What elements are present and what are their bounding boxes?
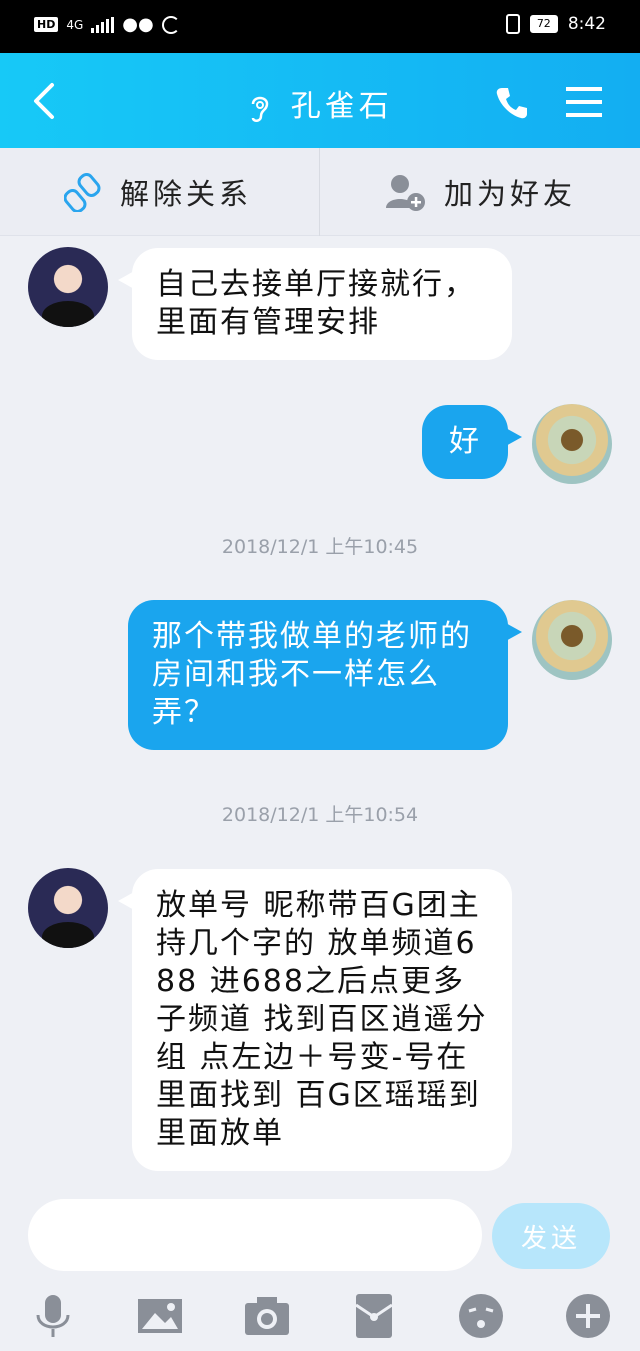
contact-name: 孔雀石 [290, 89, 393, 124]
hd-indicator: HD [34, 17, 59, 32]
plus-icon[interactable] [563, 1291, 613, 1341]
emoji-icon[interactable] [456, 1291, 506, 1341]
add-friend-button[interactable]: 加为好友 [384, 148, 576, 236]
contact-avatar[interactable] [28, 868, 108, 948]
phone-icon[interactable] [494, 85, 530, 121]
outgoing-message[interactable]: 那个带我做单的老师的房间和我不一样怎么弄？ [128, 600, 522, 750]
add-user-icon [386, 175, 425, 211]
microphone-icon[interactable] [28, 1291, 78, 1341]
status-bar: HD 4G ●● 72 8:42 [0, 0, 640, 53]
my-avatar[interactable] [532, 600, 612, 680]
ear-icon [251, 96, 269, 122]
network-type: 4G [66, 17, 84, 32]
message-input[interactable] [28, 1199, 482, 1271]
battery-level: 72 [529, 15, 558, 33]
relationship-action-bar: 解除关系 加为好友 [0, 148, 640, 236]
loading-icon [161, 15, 180, 34]
composer: 发送 [0, 1185, 640, 1285]
send-button[interactable]: 发送 [492, 1203, 610, 1269]
input-toolbar [0, 1285, 640, 1351]
image-icon[interactable] [135, 1291, 185, 1341]
message-timestamp: 2018/12/1 上午10:45 [221, 536, 419, 558]
vibrate-icon [505, 14, 520, 34]
message-timestamp: 2018/12/1 上午10:54 [221, 804, 419, 826]
clock: 8:42 [567, 14, 606, 34]
incoming-message[interactable]: 自己去接单厅接就行，里面有管理安排 [118, 248, 512, 360]
menu-icon[interactable] [566, 85, 602, 119]
red-packet-icon[interactable] [349, 1291, 399, 1341]
divider [319, 148, 320, 236]
camera-icon[interactable] [242, 1291, 292, 1341]
incoming-message[interactable]: 放单号 昵称带百G团主持几个字的 放单频道688 进688之后点更多子频道 找到… [118, 869, 512, 1171]
page-title: 孔雀石 [0, 81, 640, 125]
title-bar: 孔雀石 [0, 53, 640, 148]
signal-icon [91, 16, 115, 33]
link-icon [64, 173, 101, 212]
wechat-icon: ●● [122, 14, 154, 35]
unbind-label: 解除关系 [120, 177, 253, 211]
contact-avatar[interactable] [28, 247, 108, 327]
add-friend-label: 加为好友 [444, 177, 577, 211]
unbind-button[interactable]: 解除关系 [64, 148, 252, 236]
outgoing-message[interactable]: 好 [422, 405, 522, 479]
my-avatar[interactable] [532, 404, 612, 484]
